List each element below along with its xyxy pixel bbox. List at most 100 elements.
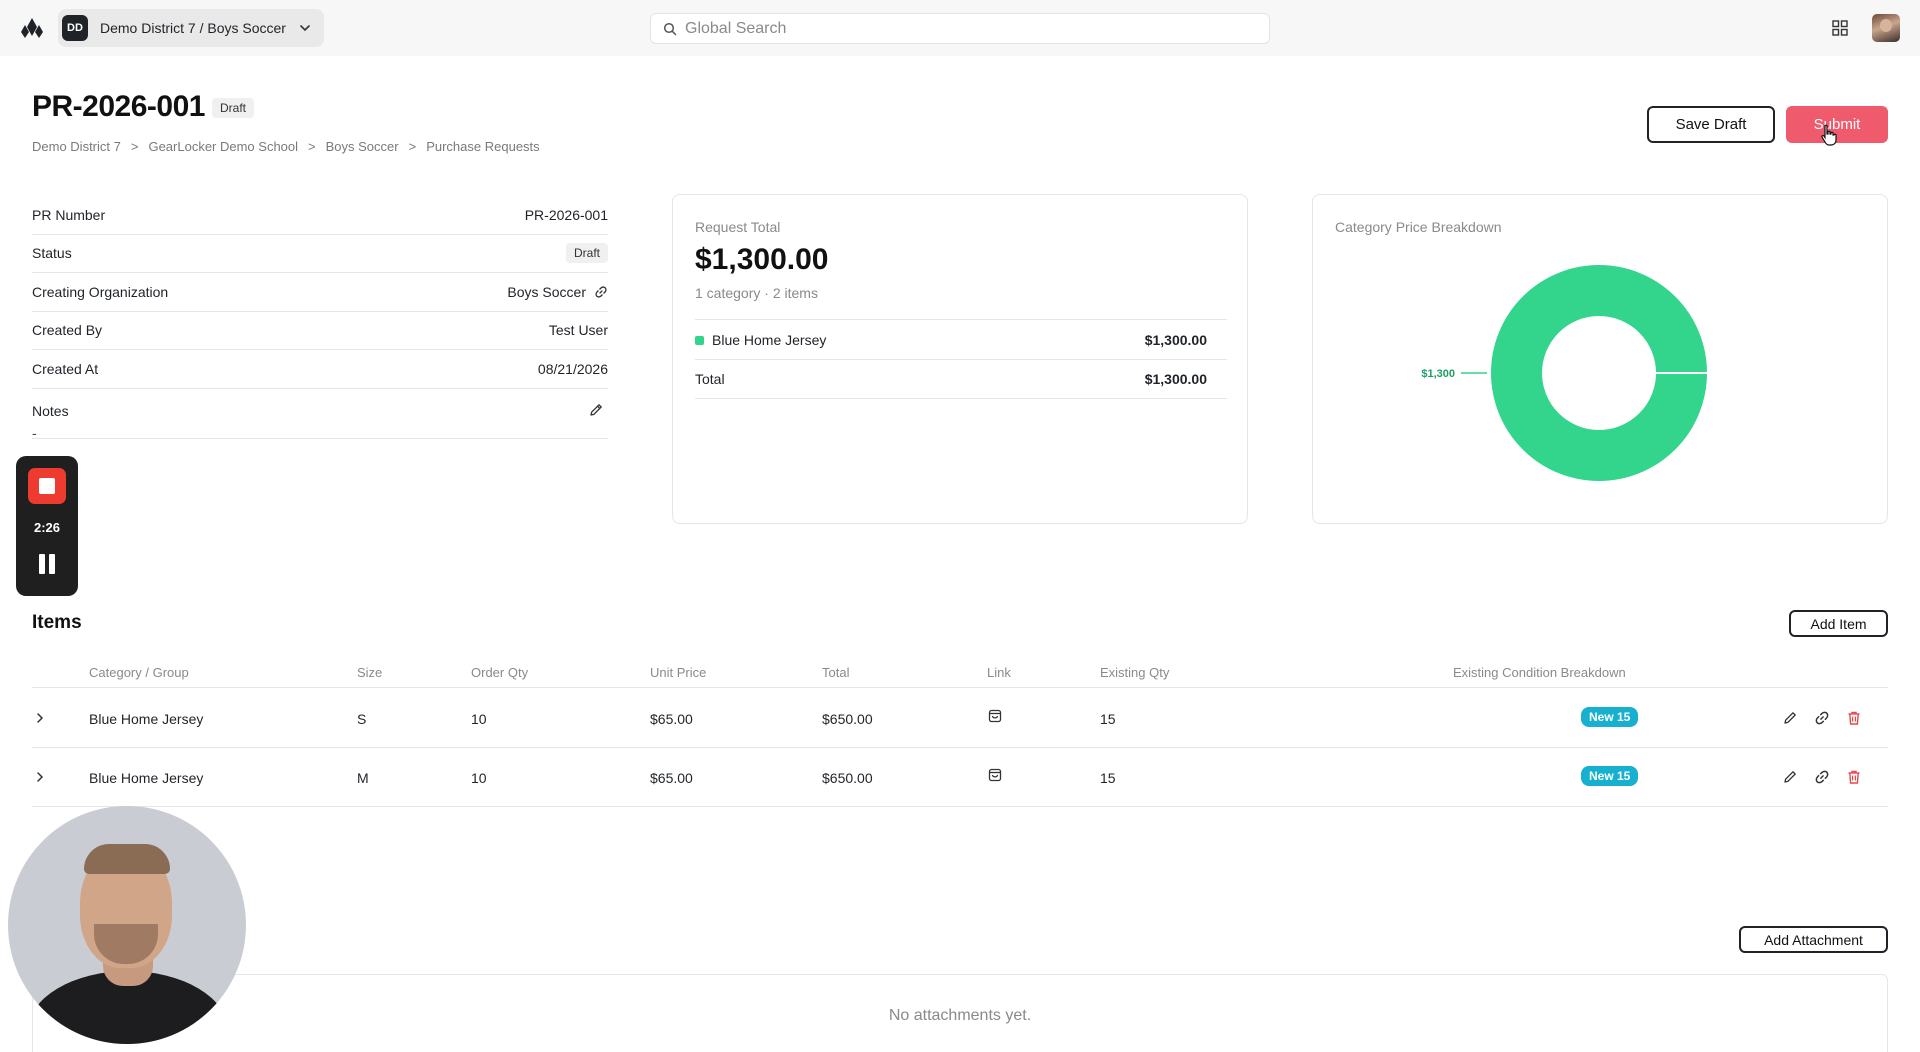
legend-swatch — [695, 335, 704, 345]
search-input[interactable] — [685, 14, 1255, 43]
link-icon[interactable] — [1814, 710, 1830, 726]
cell-order-qty: 10 — [471, 711, 487, 727]
status-badge: Draft — [212, 98, 255, 118]
add-item-button[interactable]: Add Item — [1789, 610, 1888, 637]
column-header[interactable]: Link — [987, 665, 1011, 680]
shopping-bag-icon[interactable] — [987, 767, 1003, 783]
recording-controls: 2:26 — [16, 456, 78, 596]
status-pill: Draft — [565, 243, 608, 264]
chevron-right-icon[interactable] — [34, 770, 46, 784]
logo-icon[interactable] — [20, 16, 44, 40]
cell-order-qty: 10 — [471, 770, 487, 786]
data-label: $1,300 — [1421, 368, 1455, 380]
cell-unit-price: $65.00 — [650, 711, 693, 727]
cell-existing-qty: 15 — [1100, 711, 1116, 727]
attachments-panel: No attachments yet. — [32, 974, 1888, 1052]
detail-value: 08/21/2026 — [537, 360, 608, 377]
pause-icon[interactable] — [39, 554, 55, 574]
shopping-bag-icon[interactable] — [987, 708, 1003, 724]
global-search — [650, 13, 1270, 44]
webcam-figure — [84, 844, 170, 874]
category-line: Blue Home Jersey $1,300.00 — [695, 319, 1227, 359]
cell-category: Blue Home Jersey — [89, 770, 204, 786]
attachments-empty-text: No attachments yet. — [888, 1007, 1032, 1024]
organization-switcher[interactable]: DD Demo District 7 / Boys Soccer — [58, 9, 324, 47]
trash-icon[interactable] — [1846, 769, 1862, 785]
cell-size: S — [357, 711, 367, 727]
breadcrumb-separator: > — [130, 139, 139, 154]
category-breakdown-card: Category Price Breakdown $1,300 — [1312, 194, 1888, 524]
pencil-icon[interactable] — [1782, 710, 1798, 726]
org-name: Demo District 7 / Boys Soccer — [100, 20, 286, 36]
pencil-icon[interactable] — [588, 402, 604, 418]
breadcrumb-item-team[interactable]: Boys Soccer — [326, 139, 399, 154]
column-header[interactable]: Existing Condition Breakdown — [1453, 665, 1626, 680]
cell-category: Blue Home Jersey — [89, 711, 204, 727]
external-link-icon[interactable] — [594, 285, 608, 299]
total-line-label: Total — [695, 371, 725, 387]
save-draft-button[interactable]: Save Draft — [1647, 106, 1775, 143]
condition-badge: New 15 — [1581, 707, 1639, 727]
pointer-cursor-icon — [1821, 124, 1837, 146]
column-header[interactable]: Category / Group — [89, 665, 189, 680]
category-line-name: Blue Home Jersey — [712, 331, 827, 348]
request-total-summary: 1 category · 2 items — [695, 285, 818, 301]
breadcrumb-item-school[interactable]: GearLocker Demo School — [148, 139, 298, 154]
column-header[interactable]: Size — [357, 665, 382, 680]
top-bar: DD Demo District 7 / Boys Soccer — [0, 0, 1920, 56]
items-table-header: Category / Group Size Order Qty Unit Pri… — [32, 656, 1888, 688]
column-header[interactable]: Existing Qty — [1100, 665, 1169, 680]
breadcrumb-item-district[interactable]: Demo District 7 — [32, 139, 121, 154]
link-icon[interactable] — [1814, 769, 1830, 785]
stop-icon[interactable] — [28, 468, 66, 504]
chevron-down-icon — [300, 25, 310, 32]
detail-value: Boys Soccer — [507, 283, 586, 300]
detail-row-creating-organization: Creating Organization Boys Soccer — [32, 273, 608, 312]
detail-row-status: Status Draft — [32, 235, 608, 273]
detail-label: Creating Organization — [32, 283, 169, 300]
add-attachment-button[interactable]: Add Attachment — [1739, 926, 1888, 953]
cell-existing-qty: 15 — [1100, 770, 1116, 786]
breadcrumb-separator: > — [408, 139, 417, 154]
condition-badge: New 15 — [1581, 766, 1639, 786]
search-icon — [663, 22, 677, 36]
detail-value: Test User — [548, 322, 608, 339]
breadcrumb-separator: > — [308, 139, 316, 154]
category-line-amount: $1,300.00 — [1144, 331, 1207, 348]
pencil-icon[interactable] — [1782, 769, 1798, 785]
detail-row-notes: Notes - — [32, 389, 608, 441]
table-row[interactable]: Blue Home Jersey M 10 $65.00 $650.00 15 … — [32, 749, 1888, 807]
recording-time: 2:26 — [33, 520, 61, 535]
request-total-amount: $1,300.00 — [695, 243, 829, 276]
detail-label: Created At — [32, 360, 99, 377]
user-avatar[interactable] — [1872, 14, 1900, 42]
notes-label: Notes — [32, 402, 69, 419]
detail-label: Status — [32, 245, 72, 262]
request-total-card: Request Total $1,300.00 1 category · 2 i… — [672, 194, 1248, 524]
column-header[interactable]: Total — [822, 665, 849, 680]
total-line-amount: $1,300.00 — [1144, 371, 1207, 387]
page-title: PR-2026-001 — [32, 90, 205, 123]
column-header[interactable]: Order Qty — [471, 665, 528, 680]
cell-size: M — [357, 770, 369, 786]
breadcrumb: Demo District 7 > GearLocker Demo School… — [32, 139, 540, 154]
org-initials-badge: DD — [62, 15, 88, 41]
detail-label: Created By — [32, 322, 103, 339]
notes-value: - — [32, 424, 37, 441]
trash-icon[interactable] — [1846, 710, 1862, 726]
cell-total: $650.00 — [822, 770, 873, 786]
cell-unit-price: $65.00 — [650, 770, 693, 786]
apps-grid-icon[interactable] — [1832, 20, 1848, 36]
cell-total: $650.00 — [822, 711, 873, 727]
column-header[interactable]: Unit Price — [650, 665, 706, 680]
donut-chart: $1,300 — [1421, 265, 1707, 481]
webcam-overlay[interactable] — [8, 806, 246, 1044]
total-line: Total $1,300.00 — [695, 359, 1227, 399]
chevron-right-icon[interactable] — [34, 711, 46, 725]
breadcrumb-item-purchase-requests[interactable]: Purchase Requests — [426, 139, 539, 154]
table-row[interactable]: Blue Home Jersey S 10 $65.00 $650.00 15 … — [32, 690, 1888, 748]
request-total-label: Request Total — [695, 219, 781, 235]
details-list: PR Number PR-2026-001 Status Draft Creat… — [32, 196, 608, 441]
detail-label: PR Number — [32, 206, 106, 223]
detail-value: PR-2026-001 — [524, 206, 608, 223]
